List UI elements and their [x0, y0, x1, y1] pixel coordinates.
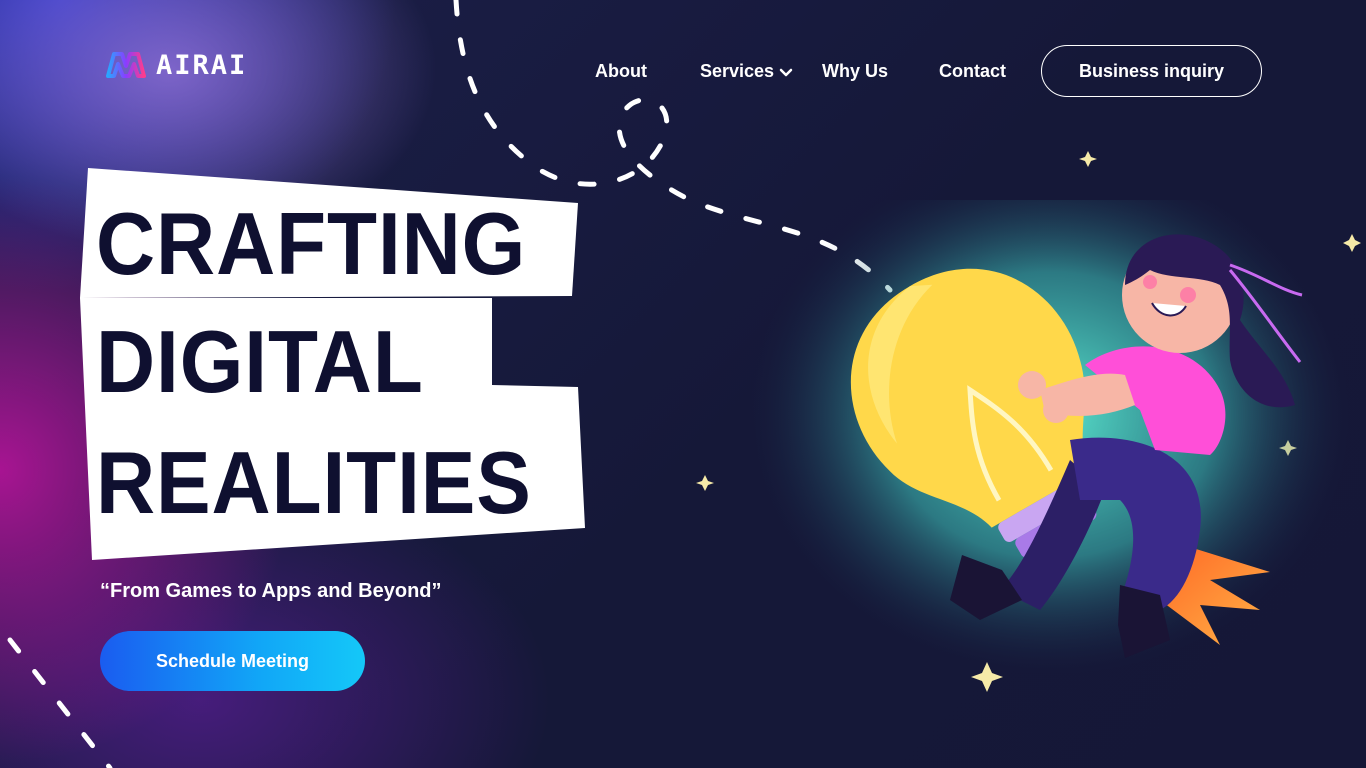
brand-name: AIRAI: [156, 49, 248, 81]
nav-about[interactable]: About: [595, 61, 647, 82]
brand-logo[interactable]: AIRAI: [104, 48, 247, 82]
hero-tagline: “From Games to Apps and Beyond”: [100, 580, 442, 602]
nav-services[interactable]: Services: [700, 61, 794, 82]
nav-services-label: Services: [700, 60, 775, 81]
chevron-down-icon: [779, 68, 793, 77]
nav-contact[interactable]: Contact: [939, 61, 1006, 82]
nav-why-us[interactable]: Why Us: [822, 61, 888, 82]
logo-mark-icon: [106, 52, 146, 78]
hero-title-line-1: CRAFTING: [96, 194, 527, 293]
business-inquiry-button[interactable]: Business inquiry: [1041, 45, 1262, 97]
schedule-meeting-button[interactable]: Schedule Meeting: [100, 631, 365, 691]
girl-on-lightbulb-illustration: [750, 200, 1350, 675]
hero-title-line-2: DIGITAL: [96, 312, 424, 411]
hero-title-line-3: REALITIES: [96, 433, 532, 532]
